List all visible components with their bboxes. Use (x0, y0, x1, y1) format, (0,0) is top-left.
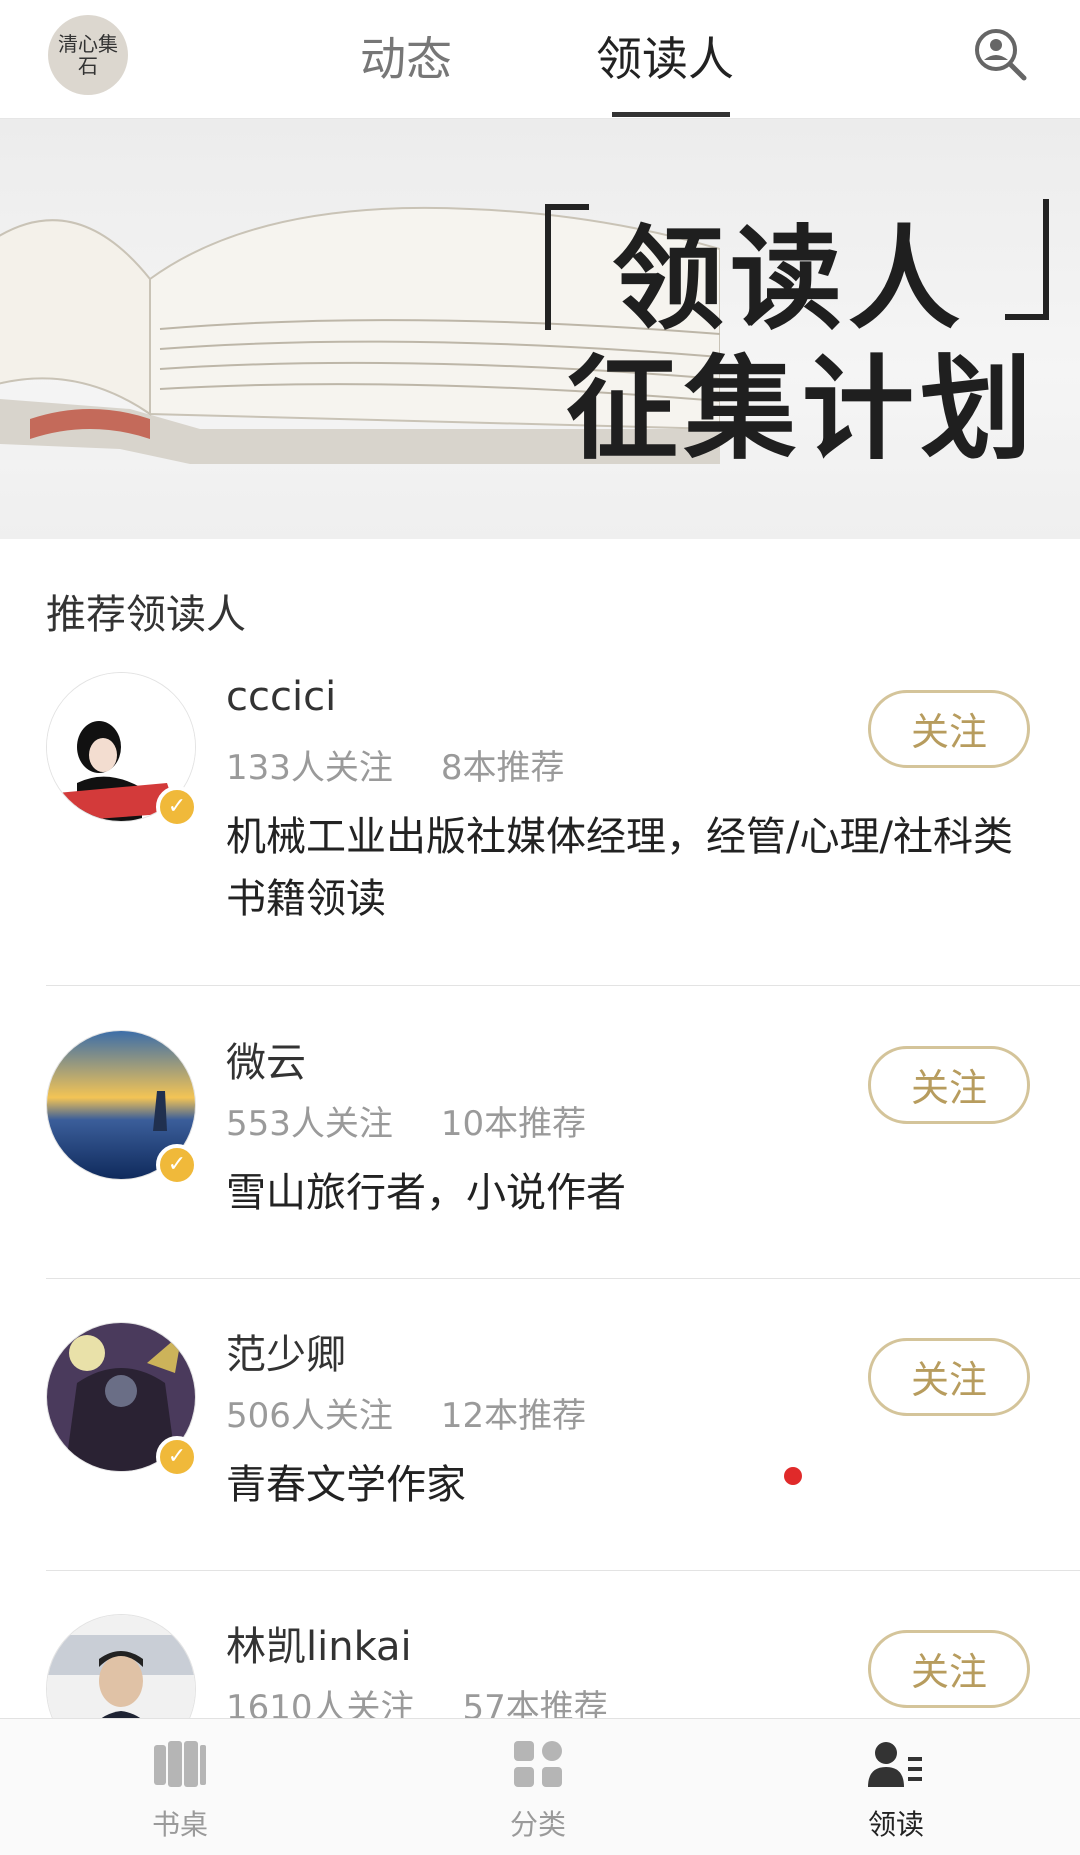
leader-description: 机械工业出版社媒体经理，经管/心理/社科类书籍领读 (226, 814, 1013, 922)
leader-stats: 553人关注 10本推荐 (226, 1096, 586, 1145)
app-logo[interactable]: 清心集石 (48, 15, 128, 95)
nav-category[interactable]: 分类 (478, 1739, 598, 1843)
reader-list-icon (868, 1742, 922, 1787)
follow-button[interactable]: 关注 (868, 1338, 1030, 1416)
leader-stats: 506人关注 12本推荐 (226, 1388, 586, 1437)
active-tab-indicator (612, 112, 730, 117)
leader-name[interactable]: 林凯linkai (226, 1614, 412, 1672)
follow-button[interactable]: 关注 (868, 1046, 1030, 1124)
top-header: 清心集石 动态 领读人 (0, 0, 1080, 119)
banner-bracket-left (545, 204, 589, 330)
tab-leaders[interactable]: 领读人 (596, 24, 734, 94)
nav-leaders[interactable]: 领读 (836, 1739, 956, 1843)
banner-recruit[interactable]: 领读人 征集计划 (0, 119, 1080, 539)
section-title: 推荐领读人 (46, 592, 246, 638)
profile-search-icon[interactable] (972, 26, 1030, 84)
banner-title-line2: 征集计划 (566, 344, 1038, 475)
leader-description: 雪山旅行者，小说作者 (226, 1170, 626, 1216)
leader-description: 青春文学作家 (226, 1462, 466, 1508)
leader-name[interactable]: 范少卿 (226, 1322, 346, 1380)
leader-stats: 133人关注 8本推荐 (226, 740, 565, 789)
bookshelf-icon (154, 1741, 206, 1787)
follower-count: 506人关注 (226, 1396, 393, 1436)
leader-name[interactable]: cccici (226, 674, 336, 720)
recommend-count: 10本推荐 (440, 1104, 587, 1144)
divider (46, 985, 1080, 986)
notification-dot (784, 1467, 802, 1485)
logo-text: 清心集石 (58, 32, 118, 78)
follower-count: 133人关注 (226, 748, 393, 788)
follower-count: 553人关注 (226, 1104, 393, 1144)
bottom-navigation: 书桌 分类 领读 (0, 1718, 1080, 1855)
tab-dynamics[interactable]: 动态 (360, 24, 452, 94)
divider (46, 1570, 1080, 1571)
nav-label: 分类 (509, 1808, 566, 1841)
verified-badge-icon: ✓ (156, 1144, 198, 1186)
verified-badge-icon: ✓ (156, 786, 198, 828)
nav-label: 书桌 (151, 1808, 208, 1841)
recommend-count: 12本推荐 (440, 1396, 587, 1436)
nav-bookshelf[interactable]: 书桌 (120, 1739, 240, 1843)
nav-label: 领读 (867, 1808, 924, 1841)
banner-bracket-right (1005, 199, 1049, 320)
divider (46, 1278, 1080, 1279)
verified-badge-icon: ✓ (156, 1436, 198, 1478)
category-grid-icon (514, 1741, 562, 1787)
follow-button[interactable]: 关注 (868, 1630, 1030, 1708)
recommend-count: 8本推荐 (440, 748, 565, 788)
follow-button[interactable]: 关注 (868, 690, 1030, 768)
leader-name[interactable]: 微云 (226, 1030, 306, 1088)
